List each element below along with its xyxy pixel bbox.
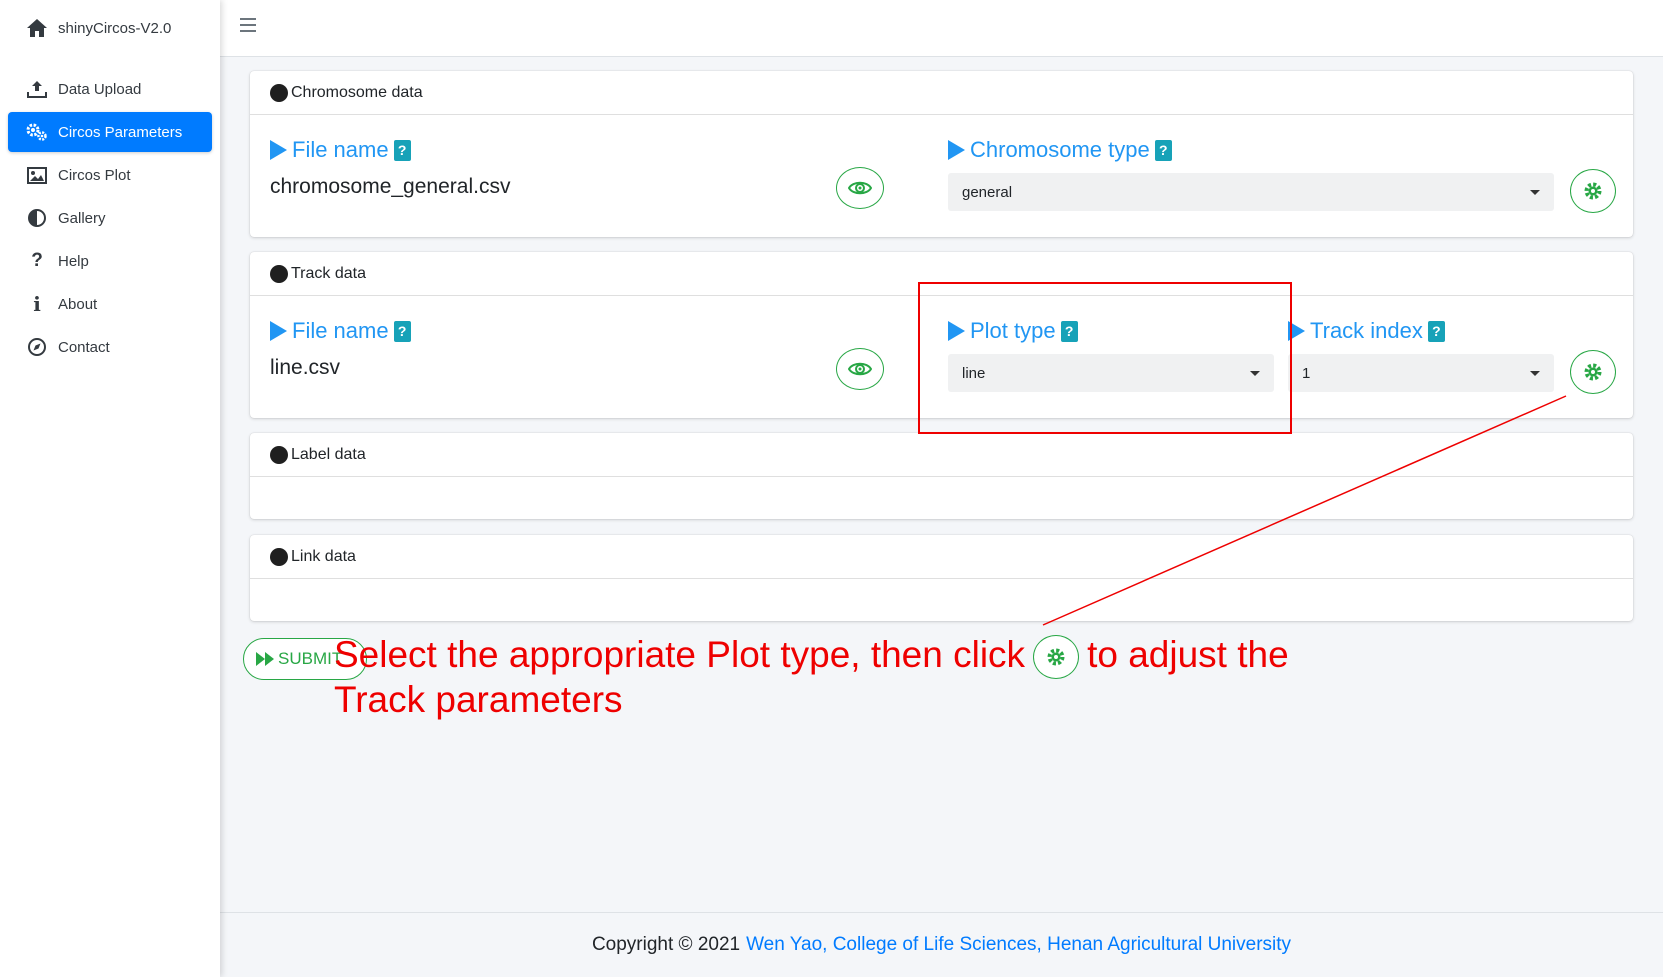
- play-icon: [948, 140, 965, 160]
- play-icon: [270, 140, 287, 160]
- help-icon[interactable]: ?: [1427, 320, 1445, 342]
- sidebar-item-gallery[interactable]: Gallery: [8, 198, 212, 238]
- sidebar-item-label: Data Upload: [58, 80, 142, 98]
- annotation-line1-after: to adjust the: [1087, 634, 1289, 675]
- eye-icon: [848, 181, 872, 195]
- gear-icon: [1033, 635, 1080, 680]
- help-icon[interactable]: ?: [1154, 139, 1172, 161]
- home-icon: [26, 18, 50, 38]
- sidebar-item-label: Gallery: [58, 209, 106, 227]
- field-label-file-name: File name ?: [270, 137, 411, 163]
- fast-forward-icon: [256, 652, 274, 666]
- sidebar-item-data-upload[interactable]: Data Upload: [8, 69, 212, 109]
- help-icon[interactable]: ?: [393, 320, 411, 342]
- card-body: File name ? chromosome_general.csv Chrom…: [250, 115, 1633, 237]
- gear-icon: [1584, 363, 1602, 381]
- question-icon: ?: [31, 250, 43, 271]
- sidebar-item-label: Contact: [58, 338, 110, 356]
- card-title: Label data: [291, 445, 366, 463]
- field-label-track-index: Track index ?: [1288, 318, 1445, 344]
- compass-icon: [26, 337, 48, 357]
- annotation-line1-before: Select the appropriate Plot type, then c…: [334, 634, 1026, 675]
- circle-icon: [270, 547, 288, 566]
- card-title: Link data: [291, 547, 356, 565]
- upload-icon: [26, 80, 48, 98]
- footer: Copyright © 2021 Wen Yao, College of Lif…: [220, 912, 1663, 977]
- adjust-icon: [26, 208, 48, 228]
- sidebar-item-help[interactable]: ? Help: [8, 241, 212, 281]
- file-name-value: line.csv: [270, 356, 341, 379]
- select-value: general: [962, 183, 1013, 201]
- help-icon[interactable]: ?: [393, 139, 411, 161]
- field-label-file-name: File name ?: [270, 318, 411, 344]
- circle-icon: [270, 83, 288, 102]
- field-label-text: Chromosome type: [970, 137, 1150, 162]
- field-label-text: Track index: [1310, 318, 1423, 343]
- sidebar-item-label: Circos Plot: [58, 166, 131, 184]
- field-label-text: File name: [292, 137, 389, 162]
- gear-icon: [1584, 182, 1602, 200]
- field-label-text: File name: [292, 318, 389, 343]
- label-data-card: Label data: [250, 433, 1633, 519]
- annotation-text: Select the appropriate Plot type, then c…: [334, 634, 1289, 721]
- sidebar-item-circos-parameters[interactable]: Circos Parameters: [8, 112, 212, 152]
- card-header: Label data: [250, 433, 1633, 477]
- sidebar-item-label: Help: [58, 252, 89, 270]
- view-track-button[interactable]: [836, 348, 884, 390]
- track-settings-button[interactable]: [1570, 350, 1616, 394]
- view-chromosome-button[interactable]: [836, 167, 884, 209]
- menu-toggle-icon[interactable]: [240, 18, 256, 32]
- sidebar-item-about[interactable]: i About: [8, 284, 212, 324]
- track-index-select[interactable]: 1: [1288, 354, 1554, 392]
- copyright-text: Copyright © 2021: [591, 934, 741, 955]
- image-icon: [26, 166, 48, 184]
- highlight-box: [918, 282, 1292, 434]
- card-title: Track data: [291, 264, 366, 282]
- sidebar-item-label: Circos Parameters: [58, 123, 183, 141]
- card-header: Chromosome data: [250, 71, 1633, 115]
- chromosome-data-card: Chromosome data File name ? chromosome_g…: [250, 71, 1633, 237]
- submit-label: SUBMIT: [278, 649, 343, 668]
- sidebar: shinyCircos-V2.0 Data Upload Circos Para…: [0, 0, 220, 977]
- eye-icon: [848, 362, 872, 376]
- gears-icon: [26, 123, 48, 141]
- circle-icon: [270, 445, 288, 464]
- link-data-card: Link data: [250, 535, 1633, 621]
- brand-title: shinyCircos-V2.0: [58, 19, 172, 37]
- author-link[interactable]: Wen Yao, College of Life Sciences, Henan…: [746, 934, 1291, 956]
- annotation-line2: Track parameters: [334, 679, 623, 721]
- card-title: Chromosome data: [291, 83, 423, 101]
- chevron-down-icon: [1530, 371, 1540, 376]
- field-label-chromosome-type: Chromosome type ?: [948, 137, 1172, 163]
- chromosome-settings-button[interactable]: [1570, 169, 1616, 213]
- circle-icon: [270, 264, 288, 283]
- file-name-value: chromosome_general.csv: [270, 175, 511, 198]
- chevron-down-icon: [1530, 190, 1540, 195]
- play-icon: [270, 321, 287, 341]
- card-header: Link data: [250, 535, 1633, 579]
- brand-link[interactable]: shinyCircos-V2.0: [0, 0, 220, 56]
- sidebar-item-label: About: [58, 295, 98, 313]
- sidebar-item-circos-plot[interactable]: Circos Plot: [8, 155, 212, 195]
- sidebar-item-contact[interactable]: Contact: [8, 327, 212, 367]
- select-value: 1: [1302, 364, 1311, 382]
- info-icon: i: [33, 292, 41, 316]
- top-navbar: [220, 0, 1663, 57]
- chromosome-type-select[interactable]: general: [948, 173, 1554, 211]
- sidebar-nav: Data Upload Circos Parameters Circos Plo…: [0, 56, 220, 380]
